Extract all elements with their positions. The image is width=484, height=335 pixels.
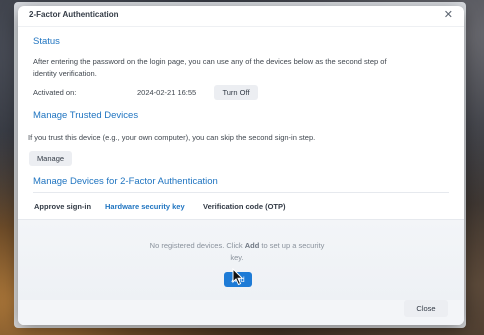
empty-message-add-word: Add	[244, 241, 260, 250]
activated-value: 2024-02-21 16:55	[137, 88, 197, 97]
trusted-devices-description: If you trust this device (e.g., your own…	[28, 133, 316, 142]
close-icon[interactable]: ✕	[444, 8, 453, 21]
tab-approve-sign-in[interactable]: Approve sign-in	[34, 202, 91, 211]
turn-off-button[interactable]: Turn Off	[214, 85, 258, 100]
empty-devices-message: No registered devices. Click Add to set …	[148, 240, 326, 264]
section-divider	[33, 192, 449, 193]
dialog-title: 2-Factor Authentication	[29, 10, 119, 19]
devices-heading: Manage Devices for 2-Factor Authenticati…	[33, 176, 218, 187]
status-description-line2: identity verification.	[33, 69, 97, 78]
trusted-devices-heading: Manage Trusted Devices	[33, 110, 139, 121]
close-button[interactable]: Close	[404, 300, 448, 317]
status-description-line1: After entering the password on the login…	[33, 57, 387, 66]
tab-verification-code[interactable]: Verification code (OTP)	[203, 202, 286, 211]
status-description: After entering the password on the login…	[33, 56, 453, 80]
status-heading: Status	[33, 36, 60, 47]
dialog-footer: Close	[18, 300, 464, 325]
device-tabs: Approve sign-in Hardware security key Ve…	[18, 199, 464, 220]
activated-label: Activated on:	[33, 88, 77, 97]
security-key-panel: No registered devices. Click Add to set …	[18, 220, 464, 300]
empty-message-prefix: No registered devices. Click	[149, 241, 245, 250]
manage-button[interactable]: Manage	[29, 151, 72, 166]
mouse-cursor-icon	[232, 268, 244, 286]
tab-hardware-security-key[interactable]: Hardware security key	[105, 202, 185, 211]
dialog-titlebar: 2-Factor Authentication ✕	[18, 6, 464, 27]
